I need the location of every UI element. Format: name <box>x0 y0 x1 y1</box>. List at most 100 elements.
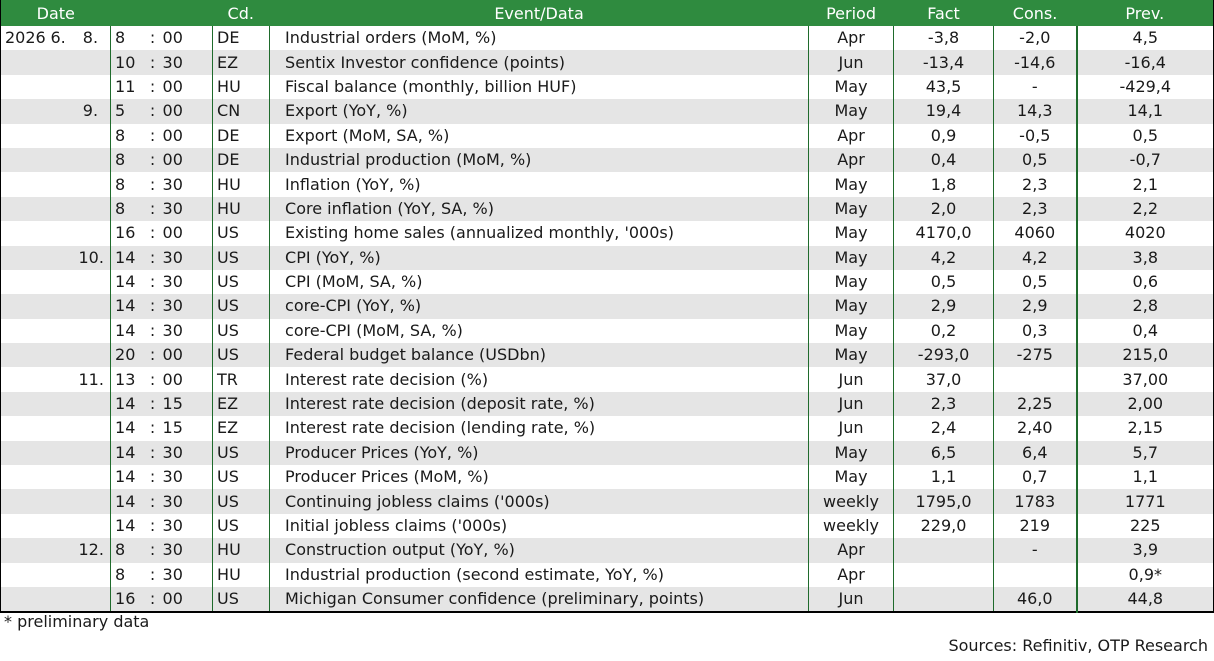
fact-cell: 43,5 <box>893 74 995 100</box>
day-cell <box>78 416 112 441</box>
country-code-cell: US <box>212 586 271 613</box>
hour-cell: 8 <box>110 123 143 148</box>
hour-cell: 14 <box>110 465 143 490</box>
fact-cell: 0,5 <box>893 269 995 295</box>
minute-cell: 30 <box>162 440 214 466</box>
minute-cell: 00 <box>162 99 214 124</box>
year-cell <box>0 586 51 613</box>
year-cell <box>0 123 51 148</box>
event-cell: Federal budget balance (USDbn) <box>269 343 810 368</box>
event-cell: Industrial orders (MoM, %) <box>269 26 810 51</box>
country-code-cell: US <box>212 269 271 295</box>
header-event: Event/Data <box>269 0 809 26</box>
month-cell <box>50 513 79 539</box>
period-cell: May <box>808 245 895 270</box>
minute-cell: 30 <box>162 172 214 197</box>
event-cell: CPI (MoM, SA, %) <box>269 269 810 295</box>
event-cell: Inflation (YoY, %) <box>269 172 810 197</box>
month-cell <box>50 367 79 392</box>
event-cell: Industrial production (second estimate, … <box>269 562 810 587</box>
year-cell <box>0 513 51 539</box>
footnote: * preliminary data <box>4 612 150 631</box>
table-row: 14:30 US core-CPI (YoY, %) May 2,9 2,9 2,8 <box>0 294 1214 319</box>
time-separator: : <box>142 245 163 270</box>
consensus-cell <box>993 562 1078 587</box>
country-code-cell: US <box>212 440 271 466</box>
table-row: 2026 6. 8. 8:00 DE Industrial orders (MoM, %)… <box>0 26 1214 51</box>
day-cell <box>78 513 112 539</box>
fact-cell: 2,9 <box>893 294 995 319</box>
minute-cell: 30 <box>162 465 214 490</box>
period-cell: May <box>808 465 895 490</box>
consensus-cell: 2,3 <box>993 172 1078 197</box>
header-date: Date <box>0 0 111 26</box>
fact-cell: 229,0 <box>893 513 995 539</box>
period-cell: May <box>808 221 895 246</box>
year-cell <box>0 172 51 197</box>
minute-cell: 00 <box>162 147 214 173</box>
header-consensus: Cons. <box>993 0 1077 26</box>
table-row: 8:00 DE Export (MoM, SA, %) Apr 0,9 -0,5 0,5 <box>0 123 1214 148</box>
minute-cell: 00 <box>162 221 214 246</box>
table-row: 20:00 US Federal budget balance (USDbn) May… <box>0 343 1214 368</box>
fact-cell: 0,9 <box>893 123 995 148</box>
day-cell <box>78 123 112 148</box>
hour-cell: 20 <box>110 343 143 368</box>
year-cell <box>0 416 51 441</box>
table-row: 14:15 EZ Interest rate decision (deposit r… <box>0 391 1214 417</box>
consensus-cell: 2,40 <box>993 416 1078 441</box>
table-row: 11:00 HU Fiscal balance (monthly, billion … <box>0 74 1214 100</box>
time-separator: : <box>142 513 163 539</box>
fact-cell: 1,8 <box>893 172 995 197</box>
hour-cell: 14 <box>110 294 143 319</box>
previous-cell: 4020 <box>1076 221 1214 246</box>
minute-cell: 30 <box>162 538 214 563</box>
month-cell <box>50 343 79 368</box>
hour-cell: 10 <box>110 50 143 75</box>
day-cell <box>78 318 112 344</box>
minute-cell: 00 <box>162 586 214 613</box>
previous-cell: 3,9 <box>1076 538 1214 563</box>
period-cell: Apr <box>808 562 895 587</box>
fact-cell: 2,0 <box>893 196 995 222</box>
table-row: 16:00 US Michigan Consumer confidence (pre… <box>0 586 1214 613</box>
country-code-cell: HU <box>212 562 271 587</box>
header-previous: Prev. <box>1076 0 1214 26</box>
minute-cell: 00 <box>162 367 214 392</box>
previous-cell: 0,5 <box>1076 123 1214 148</box>
previous-cell: -0,7 <box>1076 147 1214 173</box>
hour-cell: 8 <box>110 147 143 173</box>
previous-cell: -429,4 <box>1076 74 1214 100</box>
period-cell: May <box>808 343 895 368</box>
year-cell <box>0 196 51 222</box>
month-cell <box>50 123 79 148</box>
table-row: 8:00 DE Industrial production (MoM, %) Apr 0… <box>0 147 1214 173</box>
consensus-cell: 4,2 <box>993 245 1078 270</box>
period-cell: May <box>808 318 895 344</box>
consensus-cell: - <box>993 74 1078 100</box>
period-cell: Apr <box>808 147 895 173</box>
event-cell: Producer Prices (YoY, %) <box>269 440 810 466</box>
minute-cell: 30 <box>162 245 214 270</box>
previous-cell: 0,9* <box>1076 562 1214 587</box>
day-cell <box>78 294 112 319</box>
event-cell: CPI (YoY, %) <box>269 245 810 270</box>
month-cell <box>50 538 79 563</box>
fact-cell <box>893 538 995 563</box>
time-separator: : <box>142 489 163 514</box>
table-row: 14:30 US Producer Prices (MoM, %) May 1,1 0,7… <box>0 465 1214 490</box>
country-code-cell: HU <box>212 74 271 100</box>
period-cell: Apr <box>808 538 895 563</box>
fact-cell: -293,0 <box>893 343 995 368</box>
country-code-cell: HU <box>212 538 271 563</box>
day-cell: 9. <box>78 99 112 124</box>
table-row: 10:30 EZ Sentix Investor confidence (point… <box>0 50 1214 75</box>
previous-cell: 5,7 <box>1076 440 1214 466</box>
fact-cell: 4170,0 <box>893 221 995 246</box>
previous-cell: 37,00 <box>1076 367 1214 392</box>
year-cell <box>0 391 51 417</box>
time-separator: : <box>142 26 163 51</box>
day-cell <box>78 586 112 613</box>
year-cell <box>0 465 51 490</box>
country-code-cell: DE <box>212 123 271 148</box>
